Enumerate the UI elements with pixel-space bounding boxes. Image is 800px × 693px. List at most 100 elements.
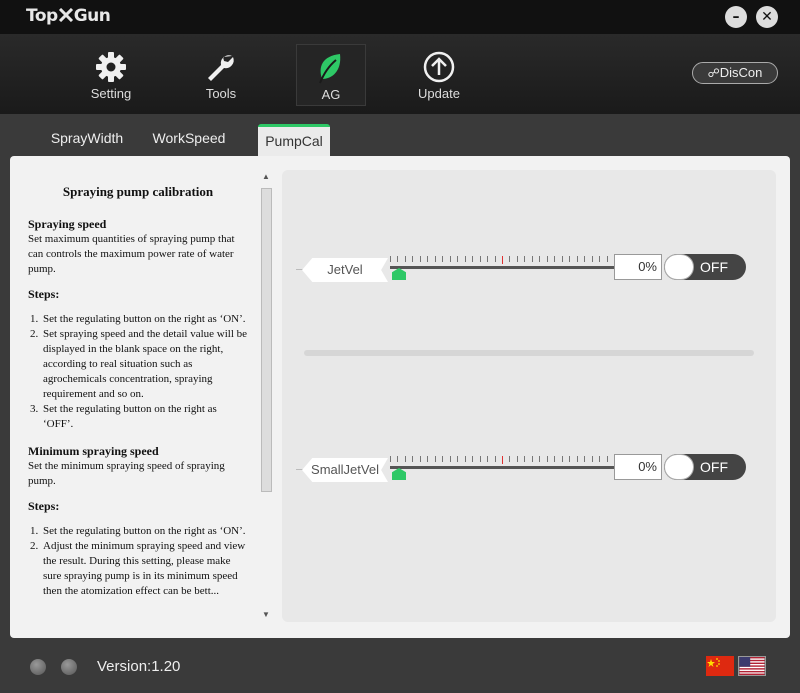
jetvel-toggle-text: OFF xyxy=(700,259,728,275)
slider-tick xyxy=(457,256,459,262)
slider-tick xyxy=(584,256,586,262)
tab-pumpcal[interactable]: PumpCal xyxy=(258,124,330,156)
scroll-thumb[interactable] xyxy=(261,188,272,492)
slider-tick xyxy=(472,456,474,462)
scroll-up-icon[interactable]: ▲ xyxy=(262,172,270,181)
smalljetvel-value: 0% xyxy=(614,454,662,480)
help-document: Spraying pump calibration Spraying speed… xyxy=(10,156,260,626)
slider-tick xyxy=(591,256,593,262)
slider-tick xyxy=(546,256,548,262)
slider-tick xyxy=(464,456,466,462)
unlink-icon: ☍ xyxy=(707,66,720,80)
doc-steps-label-1: Steps: xyxy=(28,287,60,301)
slider-tick xyxy=(584,456,586,462)
smalljetvel-slider-handle[interactable] xyxy=(392,468,406,480)
toolbar-tools-label: Tools xyxy=(205,86,237,101)
smalljetvel-ticks xyxy=(390,456,615,466)
slider-tick xyxy=(487,456,489,462)
doc-section1-heading: Spraying speed xyxy=(28,217,107,231)
toolbar-update[interactable]: Update xyxy=(404,44,474,106)
status-led-1 xyxy=(30,659,46,675)
disconnect-button[interactable]: ☍DisCon xyxy=(692,62,778,84)
minimize-icon[interactable]: – xyxy=(725,6,747,28)
slider-tick xyxy=(397,256,399,262)
jetvel-slider-handle[interactable] xyxy=(392,268,406,280)
upload-icon xyxy=(423,51,455,83)
doc-steps-label-2: Steps: xyxy=(28,499,60,513)
content-area: Spraying pump calibration Spraying speed… xyxy=(10,156,790,638)
tab-bar: SprayWidth WorkSpeed PumpCal xyxy=(0,114,800,156)
doc-title: Spraying pump calibration xyxy=(62,184,214,199)
logo-x-mark xyxy=(58,7,73,23)
tab-workspeed[interactable]: WorkSpeed xyxy=(146,124,232,156)
slider-tick xyxy=(539,456,541,462)
doc-steps-list-1: Set the regulating button on the right a… xyxy=(28,312,248,432)
slider-tick xyxy=(516,456,518,462)
slider-tick xyxy=(390,256,391,262)
slider-tick xyxy=(569,456,571,462)
wrench-icon xyxy=(208,55,234,81)
pump-control-panel: JetVel 0% OFF SmallJetVel 0% OFF xyxy=(282,170,776,622)
doc-step: Set spraying speed and the detail value … xyxy=(41,327,248,402)
slider-tick xyxy=(524,256,526,262)
panel-divider xyxy=(304,350,754,356)
slider-tick xyxy=(509,456,511,462)
toggle-knob xyxy=(664,454,694,480)
jetvel-value: 0% xyxy=(614,254,662,280)
slider-tick xyxy=(449,456,451,462)
slider-tick xyxy=(554,456,556,462)
jetvel-label-text: JetVel xyxy=(327,262,363,277)
toolbar-ag[interactable]: AG xyxy=(296,44,366,106)
slider-tick xyxy=(404,256,406,262)
slider-tick xyxy=(487,256,489,262)
slider-tick xyxy=(434,256,436,262)
slider-tick xyxy=(494,256,496,262)
jetvel-toggle[interactable]: OFF xyxy=(664,254,746,280)
slider-tick xyxy=(502,256,503,264)
smalljetvel-slider-track[interactable] xyxy=(390,466,614,469)
smalljetvel-label-text: SmallJetVel xyxy=(311,462,379,477)
slider-tick xyxy=(427,256,429,262)
disconnect-label: DisCon xyxy=(719,65,763,80)
close-icon[interactable]: ✕ xyxy=(756,6,778,28)
toolbar-tools[interactable]: Tools xyxy=(186,44,256,106)
slider-tick xyxy=(397,456,399,462)
slider-tick xyxy=(606,256,608,262)
slider-tick xyxy=(479,456,481,462)
slider-tick xyxy=(472,256,474,262)
slider-tick xyxy=(599,456,601,462)
title-bar: Top Gun – ✕ xyxy=(0,0,800,34)
slider-tick xyxy=(591,456,593,462)
tab-spraywidth[interactable]: SprayWidth xyxy=(44,124,130,156)
slider-tick xyxy=(561,256,563,262)
toolbar-ag-label: AG xyxy=(321,87,341,102)
toolbar-setting[interactable]: Setting xyxy=(76,44,146,106)
slider-tick xyxy=(419,456,421,462)
china-flag-icon[interactable] xyxy=(706,656,734,676)
slider-tick xyxy=(434,456,436,462)
doc-section1-body: Set maximum quantities of spraying pump … xyxy=(28,233,235,275)
slider-tick xyxy=(554,256,556,262)
slider-tick xyxy=(576,456,578,462)
smalljetvel-toggle-text: OFF xyxy=(700,459,728,475)
status-bar: Version:1.20 xyxy=(0,638,800,693)
doc-scrollbar[interactable]: ▲ ▼ xyxy=(260,172,272,622)
slider-tick xyxy=(569,256,571,262)
slider-tick xyxy=(419,256,421,262)
us-flag-icon[interactable] xyxy=(738,656,766,676)
slider-tick xyxy=(412,256,414,262)
slider-tick xyxy=(546,456,548,462)
doc-step: Set the regulating button on the right a… xyxy=(41,312,248,327)
slider-tick xyxy=(539,256,541,262)
jetvel-row: JetVel 0% OFF xyxy=(282,252,776,292)
smalljetvel-row: SmallJetVel 0% OFF xyxy=(282,452,776,492)
slider-tick xyxy=(479,256,481,262)
doc-section2-heading: Minimum spraying speed xyxy=(28,444,159,458)
smalljetvel-label: SmallJetVel xyxy=(296,458,388,482)
scroll-down-icon[interactable]: ▼ xyxy=(262,610,270,619)
toggle-knob xyxy=(664,254,694,280)
slider-tick xyxy=(599,256,601,262)
smalljetvel-toggle[interactable]: OFF xyxy=(664,454,746,480)
slider-tick xyxy=(449,256,451,262)
jetvel-slider-track[interactable] xyxy=(390,266,614,269)
